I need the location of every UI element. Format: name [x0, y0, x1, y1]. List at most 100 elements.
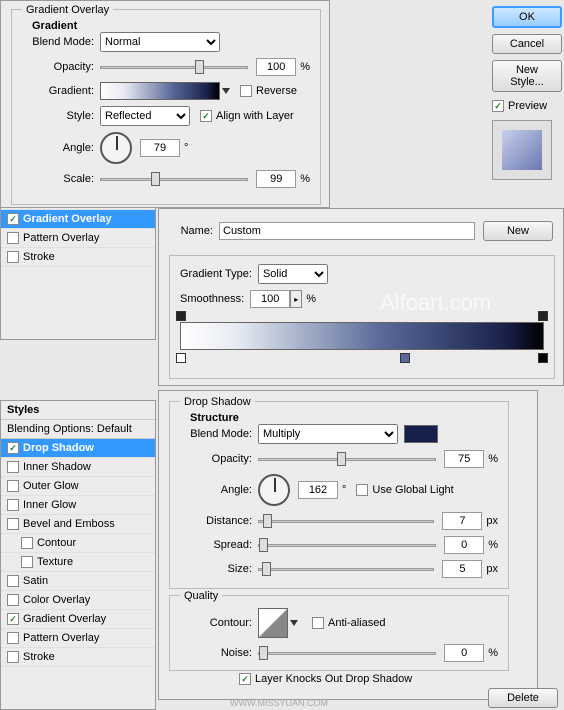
style-item-satin[interactable]: Satin: [1, 572, 155, 591]
distance-slider[interactable]: [258, 520, 434, 523]
anti-aliased-checkbox[interactable]: [312, 617, 324, 629]
style-label: Drop Shadow: [23, 442, 94, 454]
delete-button[interactable]: Delete: [488, 688, 558, 708]
style-item-gradient-overlay[interactable]: Gradient Overlay: [1, 210, 155, 229]
px-label: px: [486, 563, 498, 575]
blend-mode-select[interactable]: Normal: [100, 32, 220, 52]
style-label: Stroke: [23, 651, 55, 663]
angle-label: Angle:: [22, 142, 100, 154]
name-label: Name:: [169, 225, 219, 237]
angle-input[interactable]: [140, 139, 180, 157]
style-item-pattern-overlay[interactable]: Pattern Overlay: [1, 629, 155, 648]
pct-label: %: [300, 173, 310, 185]
style-item-color-overlay[interactable]: Color Overlay: [1, 591, 155, 610]
gradient-editor-bar[interactable]: [180, 322, 544, 350]
scale-input[interactable]: [256, 170, 296, 188]
smoothness-spinner[interactable]: ▸: [290, 290, 302, 308]
style-checkbox[interactable]: [7, 575, 19, 587]
gradient-picker[interactable]: [100, 82, 220, 100]
gradient-name-input[interactable]: [219, 222, 475, 240]
style-checkbox[interactable]: [7, 232, 19, 244]
gradient-type-group: . Gradient Type: Solid Smoothness: ▸ %: [169, 255, 555, 379]
gradient-type-select[interactable]: Solid: [258, 264, 328, 284]
style-item-contour[interactable]: Contour: [1, 534, 155, 553]
color-stop-2[interactable]: [400, 353, 410, 363]
spread-input[interactable]: [444, 536, 484, 554]
style-item-stroke[interactable]: Stroke: [1, 648, 155, 667]
preview-checkbox[interactable]: [492, 100, 504, 112]
style-checkbox[interactable]: [7, 651, 19, 663]
style-checkbox[interactable]: [21, 556, 33, 568]
anti-aliased-label: Anti-aliased: [328, 617, 385, 629]
style-item-inner-shadow[interactable]: Inner Shadow: [1, 458, 155, 477]
style-checkbox[interactable]: [7, 613, 19, 625]
style-item-stroke[interactable]: Stroke: [1, 248, 155, 267]
align-label: Align with Layer: [216, 110, 294, 122]
global-light-checkbox[interactable]: [356, 484, 368, 496]
styles-header: Styles: [1, 401, 155, 420]
style-checkbox[interactable]: [7, 594, 19, 606]
distance-label: Distance:: [180, 515, 258, 527]
style-checkbox[interactable]: [7, 461, 19, 473]
opacity-input[interactable]: [256, 58, 296, 76]
style-label: Satin: [23, 575, 48, 587]
smoothness-input[interactable]: [250, 290, 290, 308]
ds-opacity-input[interactable]: [444, 450, 484, 468]
drop-shadow-panel: Drop Shadow Structure Blend Mode: Multip…: [158, 390, 538, 700]
noise-slider[interactable]: [258, 652, 436, 655]
scale-slider[interactable]: [100, 178, 248, 181]
opacity-stop-left[interactable]: [176, 311, 186, 321]
watermark: Alfoart.com: [380, 290, 491, 316]
style-item-drop-shadow[interactable]: Drop Shadow: [1, 439, 155, 458]
ds-blend-mode-select[interactable]: Multiply: [258, 424, 398, 444]
ds-angle-input[interactable]: [298, 481, 338, 499]
contour-picker[interactable]: [258, 608, 288, 638]
button-column: OK Cancel New Style... Preview: [492, 6, 562, 180]
style-list: Drop Shadow Inner ShadowOuter GlowInner G…: [1, 439, 155, 667]
style-item-inner-glow[interactable]: Inner Glow: [1, 496, 155, 515]
new-style-button[interactable]: New Style...: [492, 60, 562, 92]
new-button[interactable]: New: [483, 221, 553, 241]
size-slider[interactable]: [258, 568, 434, 571]
reverse-checkbox[interactable]: [240, 85, 252, 97]
cancel-button[interactable]: Cancel: [492, 34, 562, 54]
spread-slider[interactable]: [258, 544, 436, 547]
color-stop-3[interactable]: [538, 353, 548, 363]
style-item-pattern-overlay[interactable]: Pattern Overlay: [1, 229, 155, 248]
style-item-gradient-overlay[interactable]: Gradient Overlay: [1, 610, 155, 629]
style-checkbox[interactable]: [7, 251, 19, 263]
size-input[interactable]: [442, 560, 482, 578]
noise-input[interactable]: [444, 644, 484, 662]
structure-subtitle: Structure: [180, 412, 498, 424]
style-checkbox[interactable]: [7, 213, 19, 225]
gradient-overlay-panel: Gradient Overlay Gradient Blend Mode: No…: [0, 0, 330, 208]
ds-opacity-slider[interactable]: [258, 458, 436, 461]
angle-dial[interactable]: [100, 132, 132, 164]
watermark-2: WWW.MISSYUAN.COM: [230, 698, 328, 708]
structure-group: Drop Shadow Structure Blend Mode: Multip…: [169, 401, 509, 589]
color-stop-1[interactable]: [176, 353, 186, 363]
knockout-checkbox[interactable]: [239, 673, 251, 685]
style-item-texture[interactable]: Texture: [1, 553, 155, 572]
style-checkbox[interactable]: [7, 442, 19, 454]
ok-button[interactable]: OK: [492, 6, 562, 28]
opacity-slider[interactable]: [100, 66, 248, 69]
style-select[interactable]: Reflected: [100, 106, 190, 126]
distance-input[interactable]: [442, 512, 482, 530]
style-item-outer-glow[interactable]: Outer Glow: [1, 477, 155, 496]
gradient-label: Gradient:: [22, 85, 100, 97]
style-label: Style:: [22, 110, 100, 122]
align-checkbox[interactable]: [200, 110, 212, 122]
ds-angle-dial[interactable]: [258, 474, 290, 506]
blending-options[interactable]: Blending Options: Default: [1, 420, 155, 439]
opacity-stop-right[interactable]: [538, 311, 548, 321]
gradient-type-label: Gradient Type:: [180, 268, 252, 280]
contour-label: Contour:: [180, 617, 258, 629]
shadow-color-swatch[interactable]: [404, 425, 438, 443]
style-checkbox[interactable]: [7, 499, 19, 511]
style-item-bevel-and-emboss[interactable]: Bevel and Emboss: [1, 515, 155, 534]
style-checkbox[interactable]: [7, 632, 19, 644]
style-checkbox[interactable]: [21, 537, 33, 549]
style-checkbox[interactable]: [7, 518, 19, 530]
style-checkbox[interactable]: [7, 480, 19, 492]
